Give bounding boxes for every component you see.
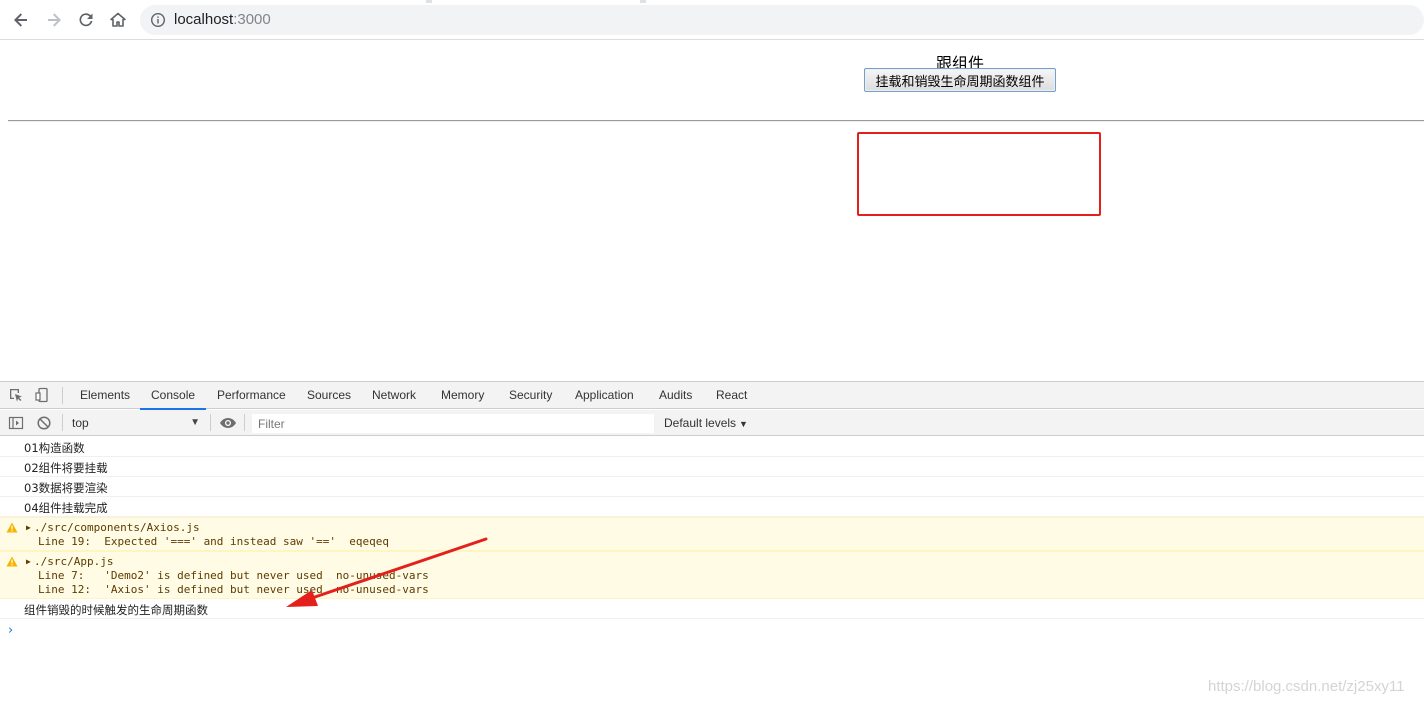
inspect-element-icon[interactable] — [8, 387, 24, 403]
console-log-row: 01构造函数 — [0, 437, 1424, 457]
console-messages: 01构造函数 02组件将要挂载 03数据将要渲染 04组件挂载完成 ▶ ./sr… — [0, 437, 1424, 705]
page-divider — [8, 120, 1424, 122]
forward-arrow-icon[interactable] — [42, 8, 66, 32]
reload-icon[interactable] — [74, 8, 98, 32]
page-viewport: 跟组件 挂载和销毁生命周期函数组件 — [0, 40, 1424, 381]
sidebar-toggle-icon[interactable] — [8, 415, 24, 431]
dropdown-arrow-icon: ▼ — [190, 417, 200, 428]
tab-sources[interactable]: Sources — [307, 382, 351, 409]
tab-audits[interactable]: Audits — [659, 382, 692, 409]
tab-application[interactable]: Application — [575, 382, 634, 409]
info-icon[interactable] — [150, 12, 166, 28]
console-filter-input[interactable] — [252, 414, 654, 433]
home-icon[interactable] — [106, 8, 130, 32]
warning-file-path[interactable]: ./src/App.js — [34, 555, 113, 568]
console-log-row: 组件销毁的时候触发的生命周期函数 — [0, 599, 1424, 619]
console-log-row: 04组件挂载完成 — [0, 497, 1424, 517]
console-warning-row[interactable]: ▶ ./src/components/Axios.js Line 19: Exp… — [0, 517, 1424, 551]
warning-detail-line: Line 19: Expected '===' and instead saw … — [38, 535, 389, 548]
device-toolbar-icon[interactable] — [34, 387, 50, 403]
warning-detail-line: Line 7: 'Demo2' is defined but never use… — [38, 569, 429, 582]
toolbar-separator — [62, 414, 63, 431]
toggle-lifecycle-component-button[interactable]: 挂载和销毁生命周期函数组件 — [864, 68, 1056, 92]
warning-icon — [6, 522, 18, 533]
warning-detail-line: Line 12: 'Axios' is defined but never us… — [38, 583, 429, 596]
url-text: localhost:3000 — [174, 11, 271, 28]
console-log-text: 03数据将要渲染 — [24, 481, 108, 495]
eye-icon[interactable] — [219, 415, 237, 431]
toolbar-separator — [62, 387, 63, 404]
clear-console-icon[interactable] — [36, 415, 52, 431]
expand-triangle-icon[interactable]: ▶ — [26, 557, 31, 566]
tab-react[interactable]: React — [716, 382, 747, 409]
tab-network[interactable]: Network — [372, 382, 416, 409]
tab-security[interactable]: Security — [509, 382, 552, 409]
expand-triangle-icon[interactable]: ▶ — [26, 523, 31, 532]
warning-file-path[interactable]: ./src/components/Axios.js — [34, 521, 200, 534]
console-log-text: 04组件挂载完成 — [24, 501, 108, 515]
dropdown-arrow-icon: ▼ — [739, 419, 748, 429]
annotation-highlight-box — [857, 132, 1101, 216]
toolbar-separator — [244, 414, 245, 431]
context-selector[interactable]: top ▼ — [68, 413, 204, 433]
toolbar-separator — [210, 414, 211, 431]
console-prompt-icon[interactable]: › — [8, 623, 13, 638]
console-toolbar: top ▼ Default levels▼ — [0, 410, 1424, 436]
console-log-text: 02组件将要挂载 — [24, 461, 108, 475]
url-port: :3000 — [233, 11, 271, 28]
tab-performance[interactable]: Performance — [217, 382, 286, 409]
address-bar[interactable]: localhost:3000 — [140, 5, 1424, 35]
browser-toolbar: localhost:3000 — [0, 0, 1424, 40]
watermark-text: https://blog.csdn.net/zj25xy11 — [1208, 678, 1405, 695]
tab-memory[interactable]: Memory — [441, 382, 484, 409]
back-arrow-icon[interactable] — [9, 8, 33, 32]
log-levels-dropdown[interactable]: Default levels ▼ — [664, 410, 748, 436]
tab-strip — [0, 0, 1424, 3]
tab-console[interactable]: Console — [139, 382, 207, 410]
devtools-panel: Elements Console Performance Sources Net… — [0, 381, 1424, 705]
console-log-row: 02组件将要挂载 — [0, 457, 1424, 477]
tab-elements[interactable]: Elements — [80, 382, 130, 409]
log-levels-label: Default levels — [664, 416, 737, 430]
console-log-text: 01构造函数 — [24, 441, 85, 455]
console-log-text: 组件销毁的时候触发的生命周期函数 — [24, 603, 208, 617]
devtools-tab-bar: Elements Console Performance Sources Net… — [0, 382, 1424, 410]
console-log-row: 03数据将要渲染 — [0, 477, 1424, 497]
warning-icon — [6, 556, 18, 567]
context-selector-value: top — [72, 416, 89, 430]
console-warning-row[interactable]: ▶ ./src/App.js Line 7: 'Demo2' is define… — [0, 551, 1424, 599]
url-host: localhost — [174, 11, 234, 28]
